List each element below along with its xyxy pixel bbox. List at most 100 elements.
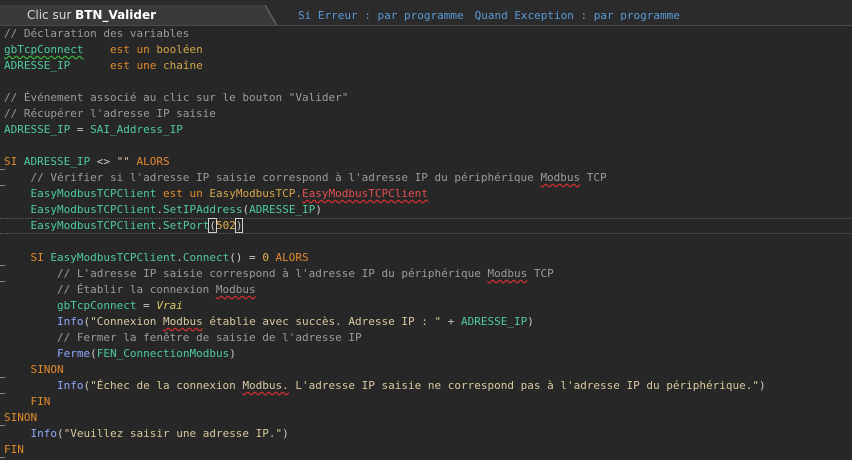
code-token: ( (90, 347, 97, 360)
code-line[interactable]: SINON (4, 362, 64, 378)
error-mode-link[interactable]: Si Erreur : par programme (298, 9, 464, 22)
code-token: . (156, 203, 163, 216)
code-token: établie avec succès. Adresse IP : " (202, 315, 442, 328)
block-marker (0, 265, 5, 266)
code-token: ADRESSE_IP (23, 155, 91, 168)
code-token: TCP (580, 171, 607, 184)
code-token: ADRESSE_IP (4, 59, 71, 72)
code-token: Info (56, 315, 84, 328)
code-token: SINON (4, 411, 38, 424)
code-token: FIN (4, 395, 51, 408)
code-token: Modbus (540, 171, 581, 184)
code-token: // L'adresse IP saisie correspond à l'ad… (4, 267, 488, 280)
code-token: EasyModbusTCPClient (50, 251, 177, 264)
code-line[interactable]: // Récupérer l'adresse IP saisie (4, 106, 216, 122)
code-token: EasyModbusTCPClient (30, 203, 157, 216)
block-marker (0, 169, 5, 170)
code-token: . (176, 251, 183, 264)
event-tab-title[interactable]: Clic sur BTN_Valider (27, 8, 156, 22)
code-token: ) (282, 427, 289, 440)
code-token: SINON (4, 363, 64, 376)
code-line[interactable]: FIN (4, 394, 50, 410)
code-line[interactable]: // Établir la connexion Modbus (4, 282, 256, 298)
code-token: EasyModbusTCPClient (30, 187, 157, 200)
code-line[interactable]: EasyModbusTCPClient est un EasyModbusTCP… (4, 186, 428, 202)
code-line[interactable]: // Événement associé au clic sur le bout… (4, 90, 348, 106)
exception-mode-link[interactable]: Quand Exception : par programme (475, 9, 680, 22)
code-token: L'adresse IP saisie ne correspond pas à … (288, 379, 759, 392)
code-token: "Connexion (90, 315, 163, 328)
block-marker (0, 425, 5, 426)
code-line[interactable]: // Fermer la fenêtre de saisie de l'adre… (4, 330, 362, 346)
code-token: Modbus (162, 315, 203, 328)
code-token: Info (30, 427, 58, 440)
code-token: ) (234, 218, 244, 233)
code-token: "Échec de la connexion (90, 379, 243, 392)
code-token: <> (90, 155, 117, 168)
code-token: // Déclaration des variables (4, 27, 190, 40)
code-token: ) (229, 347, 236, 360)
block-marker (0, 393, 5, 394)
code-line[interactable]: SINON (4, 410, 37, 426)
code-line[interactable]: Info("Échec de la connexion Modbus. L'ad… (4, 378, 766, 394)
code-token: est un (156, 187, 210, 200)
code-line[interactable]: EasyModbusTCPClient.SetIPAddress(ADRESSE… (4, 202, 322, 218)
block-marker (0, 457, 5, 458)
code-token: booléen (156, 43, 203, 56)
block-marker (0, 281, 5, 282)
code-line[interactable]: FIN (4, 442, 24, 458)
code-token: SI (4, 155, 24, 168)
code-token: ALORS (129, 155, 170, 168)
event-tab-control-name: BTN_Valider (75, 8, 157, 22)
code-line[interactable]: // L'adresse IP saisie correspond à l'ad… (4, 266, 554, 282)
code-token: "" (116, 155, 130, 168)
code-line[interactable]: EasyModbusTCPClient.SetPort(502) (0, 218, 852, 234)
code-token: EasyModbusTCPClient (30, 219, 157, 232)
code-token: TCP (527, 267, 554, 280)
code-token: gbTcpConnect (4, 43, 84, 56)
code-token: // Vérifier si l'adresse IP saisie corre… (4, 171, 541, 184)
code-token: SAI_Address_IP (90, 123, 183, 136)
code-token: 0 (262, 251, 269, 264)
code-line[interactable]: gbTcpConnect est un booléen (4, 42, 203, 58)
code-token: // Récupérer l'adresse IP saisie (4, 107, 216, 120)
code-line[interactable]: // Vérifier si l'adresse IP saisie corre… (4, 170, 607, 186)
code-line[interactable]: Ferme(FEN_ConnectionModbus) (4, 346, 236, 362)
code-line[interactable]: SI ADRESSE_IP <> "" ALORS (4, 154, 170, 170)
code-token: = (70, 123, 91, 136)
code-token: ADRESSE_IP (461, 315, 528, 328)
code-line[interactable]: SI EasyModbusTCPClient.Connect() = 0 ALO… (4, 250, 308, 266)
code-token: ) (527, 315, 534, 328)
code-token: . (156, 219, 163, 232)
code-token: // Événement associé au clic sur le bout… (4, 91, 349, 104)
code-token: Modbus. (242, 379, 289, 392)
code-token: // Établir la connexion (4, 283, 216, 296)
code-token: FEN_ConnectionModbus (96, 347, 230, 360)
code-token: // Fermer la fenêtre de saisie de l'adre… (4, 331, 362, 344)
code-line[interactable]: ADRESSE_IP = SAI_Address_IP (4, 122, 183, 138)
code-line[interactable]: // Déclaration des variables (4, 26, 189, 42)
code-token: est un (109, 43, 157, 56)
code-token: Connect (182, 251, 230, 264)
code-token: ( (57, 427, 64, 440)
code-token: EasyModbusTCP. (209, 187, 303, 200)
code-token: ) (759, 379, 766, 392)
block-marker (0, 377, 5, 378)
code-token: ADRESSE_IP (4, 123, 71, 136)
code-token: Modbus (487, 267, 528, 280)
code-token: ( (208, 218, 217, 233)
code-token: "Veuillez saisir une adresse IP." (63, 427, 283, 440)
code-line[interactable]: ADRESSE_IP est une chaîne (4, 58, 203, 74)
code-line[interactable]: Info("Veuillez saisir une adresse IP.") (4, 426, 289, 442)
code-token: SI (4, 251, 51, 264)
code-line[interactable]: gbTcpConnect = Vrai (4, 298, 183, 314)
code-line[interactable]: Info("Connexion Modbus établie avec succ… (4, 314, 534, 330)
event-tab-prefix: Clic sur (27, 8, 76, 22)
